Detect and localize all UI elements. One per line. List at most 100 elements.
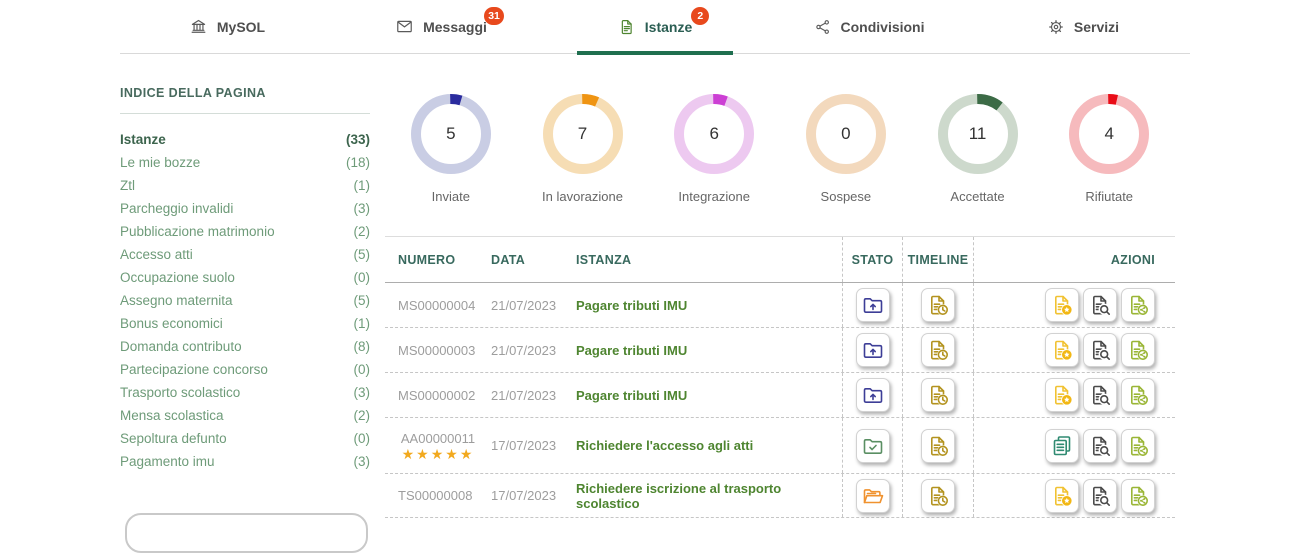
action-share-button[interactable] bbox=[1121, 479, 1155, 513]
header-timeline: TIMELINE bbox=[902, 237, 973, 282]
stato-folder-upload-button[interactable] bbox=[856, 333, 890, 367]
star-rating: ★★★★★ bbox=[402, 447, 475, 461]
document-share-icon bbox=[1126, 338, 1150, 362]
timeline-button[interactable] bbox=[921, 479, 955, 513]
istanza-link[interactable]: Pagare tributi IMU bbox=[576, 388, 687, 403]
sidebar-item-occupazione-suolo[interactable]: Occupazione suolo(0) bbox=[120, 266, 370, 289]
row-data: 17/07/2023 bbox=[478, 474, 563, 517]
row-data: 21/07/2023 bbox=[478, 373, 563, 417]
sidebar-item-parcheggio-invalidi[interactable]: Parcheggio invalidi(3) bbox=[120, 197, 370, 220]
folder-open-icon bbox=[861, 484, 885, 508]
donut-value: 0 bbox=[804, 92, 888, 176]
action-view-button[interactable] bbox=[1083, 479, 1117, 513]
document-icon bbox=[618, 18, 636, 36]
top-navigation: MySOL Messaggi 31 Istanze 2 Condivisioni… bbox=[120, 0, 1190, 54]
timeline-button[interactable] bbox=[921, 288, 955, 322]
istanza-link[interactable]: Richiedere l'accesso agli atti bbox=[576, 438, 753, 453]
sidebar-title: INDICE DELLA PAGINA bbox=[120, 86, 370, 100]
action-view-button[interactable] bbox=[1083, 288, 1117, 322]
istanza-link[interactable]: Pagare tributi IMU bbox=[576, 343, 687, 358]
action-share-button[interactable] bbox=[1121, 378, 1155, 412]
action-view-button[interactable] bbox=[1083, 378, 1117, 412]
sidebar-item-trasporto-scolastico[interactable]: Trasporto scolastico(3) bbox=[120, 381, 370, 404]
table-row: TS00000008 17/07/2023 Richiedere iscrizi… bbox=[385, 474, 1175, 518]
action-share-button[interactable] bbox=[1121, 333, 1155, 367]
nav-item-servizi[interactable]: Servizi bbox=[976, 0, 1190, 53]
table-row: AA00000011 ★★★★★ 17/07/2023 Richiedere l… bbox=[385, 418, 1175, 474]
header-istanza: ISTANZA bbox=[563, 237, 842, 282]
sidebar-item-accesso-atti[interactable]: Accesso atti(5) bbox=[120, 243, 370, 266]
gear-icon bbox=[1047, 18, 1065, 36]
row-numero: MS00000002 bbox=[385, 373, 478, 417]
folder-check-icon bbox=[861, 434, 885, 458]
sidebar-item-ztl[interactable]: Ztl(1) bbox=[120, 174, 370, 197]
donut-value: 7 bbox=[541, 92, 625, 176]
table-row: MS00000003 21/07/2023 Pagare tributi IMU bbox=[385, 328, 1175, 373]
action-favorite-button[interactable] bbox=[1045, 288, 1079, 322]
stato-folder-open-button[interactable] bbox=[856, 479, 890, 513]
donut-integrazione: 6 Integrazione bbox=[648, 92, 780, 204]
document-clock-icon bbox=[926, 338, 950, 362]
row-data: 21/07/2023 bbox=[478, 283, 563, 327]
table-row: MS00000002 21/07/2023 Pagare tributi IMU bbox=[385, 373, 1175, 418]
row-numero: AA00000011 bbox=[401, 431, 475, 446]
document-share-icon bbox=[1126, 293, 1150, 317]
nav-item-condivisioni[interactable]: Condivisioni bbox=[762, 0, 976, 53]
document-share-icon bbox=[1126, 434, 1150, 458]
sidebar-item-domanda-contributo[interactable]: Domanda contributo(8) bbox=[120, 335, 370, 358]
document-clock-icon bbox=[926, 434, 950, 458]
sidebar-item-sepoltura-defunto[interactable]: Sepoltura defunto(0) bbox=[120, 427, 370, 450]
row-data: 17/07/2023 bbox=[478, 418, 563, 473]
donut-in-lavorazione: 7 In lavorazione bbox=[517, 92, 649, 204]
action-view-button[interactable] bbox=[1083, 333, 1117, 367]
sidebar-item-le-mie-bozze[interactable]: Le mie bozze(18) bbox=[120, 151, 370, 174]
nav-label: Istanze bbox=[645, 19, 692, 35]
action-share-button[interactable] bbox=[1121, 288, 1155, 322]
bank-icon bbox=[189, 17, 208, 36]
row-numero: MS00000004 bbox=[385, 283, 478, 327]
item-count: (0) bbox=[354, 431, 371, 446]
stato-folder-upload-button[interactable] bbox=[856, 288, 890, 322]
donut-inviate: 5 Inviate bbox=[385, 92, 517, 204]
sidebar-search-box[interactable] bbox=[125, 513, 368, 553]
stato-folder-upload-button[interactable] bbox=[856, 378, 890, 412]
timeline-button[interactable] bbox=[921, 429, 955, 463]
istanza-link[interactable]: Pagare tributi IMU bbox=[576, 298, 687, 313]
sidebar-item-istanze[interactable]: Istanze(33) bbox=[120, 128, 370, 151]
action-favorite-button[interactable] bbox=[1045, 378, 1079, 412]
donut-label: Accettate bbox=[950, 189, 1004, 204]
sidebar-divider bbox=[120, 113, 370, 114]
timeline-button[interactable] bbox=[921, 378, 955, 412]
row-numero: TS00000008 bbox=[385, 474, 478, 517]
stato-folder-check-button[interactable] bbox=[856, 429, 890, 463]
document-search-icon bbox=[1088, 484, 1112, 508]
action-view-button[interactable] bbox=[1083, 429, 1117, 463]
timeline-button[interactable] bbox=[921, 333, 955, 367]
nav-item-mysol[interactable]: MySOL bbox=[120, 0, 334, 53]
sidebar-item-pubblicazione-matrimonio[interactable]: Pubblicazione matrimonio(2) bbox=[120, 220, 370, 243]
document-star-icon bbox=[1050, 383, 1074, 407]
action-favorite-button[interactable] bbox=[1045, 479, 1079, 513]
item-count: (3) bbox=[354, 454, 371, 469]
item-count: (1) bbox=[354, 178, 371, 193]
item-count: (2) bbox=[354, 408, 371, 423]
table-header: NUMERO DATA ISTANZA STATO TIMELINE AZION… bbox=[385, 237, 1175, 283]
header-numero: NUMERO bbox=[385, 237, 478, 282]
nav-item-messaggi[interactable]: Messaggi 31 bbox=[334, 0, 548, 53]
action-share-button[interactable] bbox=[1121, 429, 1155, 463]
istanza-link[interactable]: Richiedere iscrizione al trasporto scola… bbox=[576, 481, 842, 511]
item-count: (5) bbox=[354, 247, 371, 262]
folder-upload-icon bbox=[861, 383, 885, 407]
nav-item-istanze[interactable]: Istanze 2 bbox=[548, 0, 762, 53]
document-star-icon bbox=[1050, 293, 1074, 317]
action-favorite-button[interactable] bbox=[1045, 333, 1079, 367]
sidebar-item-mensa-scolastica[interactable]: Mensa scolastica(2) bbox=[120, 404, 370, 427]
donut-rifiutate: 4 Rifiutate bbox=[1043, 92, 1175, 204]
action-copy-button[interactable] bbox=[1045, 429, 1079, 463]
nav-label: Servizi bbox=[1074, 19, 1119, 35]
document-share-icon bbox=[1126, 383, 1150, 407]
sidebar-item-partecipazione-concorso[interactable]: Partecipazione concorso(0) bbox=[120, 358, 370, 381]
sidebar-item-assegno-maternita[interactable]: Assegno maternita(5) bbox=[120, 289, 370, 312]
sidebar-item-pagamento-imu[interactable]: Pagamento imu(3) bbox=[120, 450, 370, 473]
sidebar-item-bonus-economici[interactable]: Bonus economici(1) bbox=[120, 312, 370, 335]
